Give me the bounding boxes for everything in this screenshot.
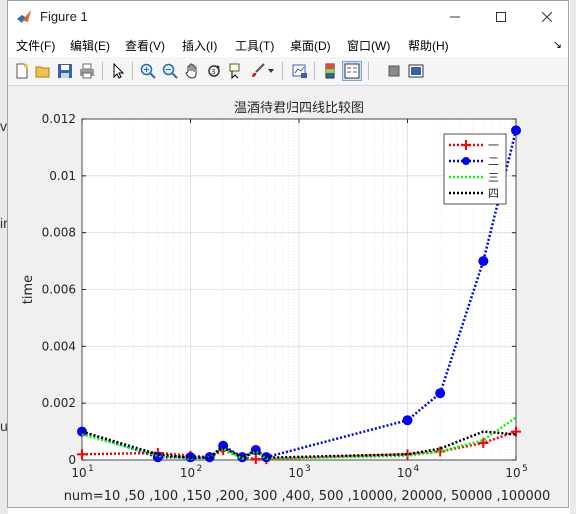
close-icon [542, 12, 552, 22]
figure-window: Figure 1 文件(F) 编辑(E) 查看(V) 插入(I) 工具(T) 桌… [7, 0, 569, 508]
minimize-icon [450, 16, 460, 18]
menu-overflow-icon[interactable]: ↘ [553, 38, 562, 51]
x-tick-label-exponent: 3 [305, 464, 311, 474]
menu-bar: 文件(F) 编辑(E) 查看(V) 插入(I) 工具(T) 桌面(D) 窗口(W… [8, 33, 568, 57]
pan-icon[interactable] [182, 61, 202, 81]
data-point [511, 125, 521, 136]
x-tick-label-exponent: 1 [88, 464, 94, 474]
toolbar-separator [368, 62, 369, 80]
menu-edit[interactable]: 编辑(E) [70, 37, 110, 54]
x-tick-label-exponent: 5 [522, 464, 528, 474]
window-title: Figure 1 [40, 9, 88, 24]
legend-label: 二 [488, 155, 499, 168]
zoom-in-icon[interactable] [138, 61, 158, 81]
hide-plot-tools-icon[interactable] [384, 61, 404, 81]
zoom-out-icon[interactable] [160, 61, 180, 81]
legend-label: 一 [488, 139, 499, 152]
link-plot-icon[interactable] [290, 61, 310, 81]
y-tick-label: 0.006 [42, 283, 76, 297]
close-button[interactable] [524, 1, 570, 33]
y-axis-label: time [21, 275, 36, 304]
edit-plot-icon[interactable] [108, 61, 128, 81]
toolbar-separator [132, 62, 133, 80]
x-tick-label-base: 10 [71, 466, 86, 480]
y-tick-label: 0.008 [42, 226, 76, 240]
menu-insert[interactable]: 插入(I) [182, 37, 217, 54]
data-cursor-icon[interactable] [226, 61, 246, 81]
data-point [478, 256, 489, 267]
maximize-icon [496, 12, 506, 22]
menu-desktop[interactable]: 桌面(D) [290, 37, 331, 54]
toolbar-separator [314, 62, 315, 80]
menu-window[interactable]: 窗口(W) [347, 37, 390, 54]
menu-tools[interactable]: 工具(T) [235, 37, 274, 54]
minimize-button[interactable] [432, 1, 478, 33]
legend-marker [462, 157, 470, 165]
legend-label: 四 [488, 187, 499, 200]
x-tick-label-base: 10 [180, 466, 195, 480]
rotate-3d-icon[interactable]: 3 [204, 61, 224, 81]
y-tick-label: 0.004 [42, 339, 76, 353]
x-tick-label-base: 10 [505, 466, 520, 480]
show-plot-tools-icon[interactable] [406, 61, 426, 81]
line-chart: 00.0020.0040.0060.0080.010.01210 1 10 2 10 3 1… [21, 101, 551, 504]
chart-title: 温酒待君归四线比较图 [234, 101, 364, 116]
toolbar-separator [102, 62, 103, 80]
x-tick-label-exponent: 4 [414, 464, 420, 474]
print-icon[interactable] [77, 61, 97, 81]
figure-canvas: 0 0.002 0.004 0.006 0.008 0.01 0.012 10 1 10 2 10 3 1… [8, 86, 568, 507]
background-window-strip-right [570, 0, 576, 514]
colorbar-icon[interactable] [320, 61, 340, 81]
figure-toolbar: 3 [8, 57, 568, 86]
y-tick-label: 0.01 [49, 169, 76, 183]
x-axis-label: num=10 ,50 ,100 ,150 ,200, 300 ,400, 500… [64, 489, 551, 504]
title-bar: Figure 1 [8, 1, 568, 33]
x-tick-label-exponent: 2 [197, 464, 203, 474]
data-point [435, 388, 446, 399]
new-figure-icon[interactable] [12, 61, 32, 81]
menu-help[interactable]: 帮助(H) [408, 37, 449, 54]
toolbar-separator [282, 62, 283, 80]
menu-file[interactable]: 文件(F) [16, 37, 55, 54]
x-tick-label-base: 10 [288, 466, 303, 480]
menu-view[interactable]: 查看(V) [125, 37, 165, 54]
save-icon[interactable] [55, 61, 75, 81]
data-point [402, 415, 413, 426]
legend-label: 三 [488, 171, 499, 184]
x-tick-label-base: 10 [397, 466, 412, 480]
svg-text:3: 3 [211, 68, 215, 76]
open-file-icon[interactable] [33, 61, 53, 81]
brush-dropdown-icon[interactable] [266, 61, 276, 81]
brush-icon[interactable] [248, 61, 268, 81]
data-point [204, 452, 215, 463]
y-tick-label: 0.012 [42, 112, 76, 126]
maximize-button[interactable] [478, 1, 524, 33]
matlab-app-icon [17, 10, 31, 23]
legend-icon[interactable] [342, 61, 362, 81]
y-tick-label: 0.002 [42, 396, 76, 410]
y-tick-label: 0 [68, 453, 76, 467]
